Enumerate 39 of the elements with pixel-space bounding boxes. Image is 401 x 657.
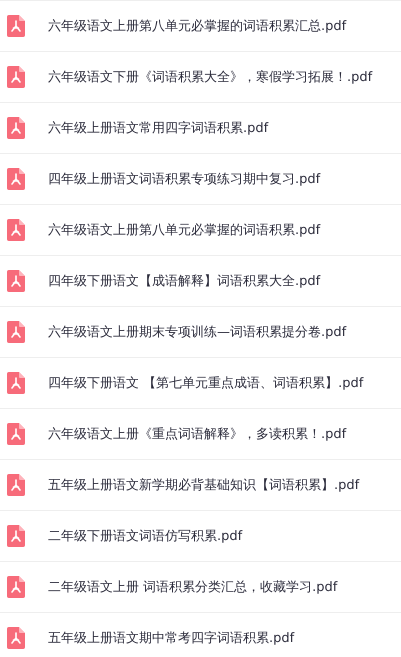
pdf-file-icon <box>7 117 25 139</box>
file-name: 二年级下册语文词语仿写积累.pdf <box>48 528 242 545</box>
file-name: 四年级下册语文【成语解释】词语积累大全.pdf <box>48 273 320 290</box>
pdf-file-icon <box>7 168 25 190</box>
file-name: 二年级语文上册 词语积累分类汇总，收藏学习.pdf <box>48 579 338 596</box>
file-name: 六年级语文下册《词语积累大全》，寒假学习拓展！.pdf <box>48 69 372 86</box>
file-row[interactable]: 四年级下册语文【成语解释】词语积累大全.pdf <box>0 256 401 307</box>
file-name: 四年级上册语文词语积累专项练习期中复习.pdf <box>48 171 320 188</box>
pdf-file-icon <box>7 423 25 445</box>
file-row[interactable]: 四年级上册语文词语积累专项练习期中复习.pdf <box>0 154 401 205</box>
pdf-file-icon <box>7 66 25 88</box>
pdf-file-icon <box>7 576 25 598</box>
file-row[interactable]: 六年级语文上册第八单元必掌握的词语积累.pdf <box>0 205 401 256</box>
file-row[interactable]: 六年级上册语文常用四字词语积累.pdf <box>0 103 401 154</box>
pdf-file-icon <box>7 474 25 496</box>
file-name: 六年级语文上册《重点词语解释》，多读积累！.pdf <box>48 426 346 443</box>
pdf-file-icon <box>7 525 25 547</box>
file-row[interactable]: 四年级下册语文 【第七单元重点成语、词语积累】.pdf <box>0 358 401 409</box>
pdf-file-icon <box>7 15 25 37</box>
file-name: 六年级上册语文常用四字词语积累.pdf <box>48 120 268 137</box>
file-name: 四年级下册语文 【第七单元重点成语、词语积累】.pdf <box>48 375 364 392</box>
file-row[interactable]: 六年级语文上册第八单元必掌握的词语积累汇总.pdf <box>0 1 401 52</box>
file-row[interactable]: 五年级上册语文期中常考四字词语积累.pdf <box>0 613 401 657</box>
file-row[interactable]: 二年级下册语文词语仿写积累.pdf <box>0 511 401 562</box>
file-name: 五年级上册语文新学期必背基础知识【词语积累】.pdf <box>48 477 360 494</box>
file-row[interactable]: 六年级语文上册《重点词语解释》，多读积累！.pdf <box>0 409 401 460</box>
file-row[interactable]: 六年级语文上册期末专项训练—词语积累提分卷.pdf <box>0 307 401 358</box>
file-row[interactable]: 五年级上册语文新学期必背基础知识【词语积累】.pdf <box>0 460 401 511</box>
file-row[interactable]: 六年级语文下册《词语积累大全》，寒假学习拓展！.pdf <box>0 52 401 103</box>
pdf-file-icon <box>7 372 25 394</box>
file-name: 五年级上册语文期中常考四字词语积累.pdf <box>48 630 294 647</box>
file-row[interactable]: 二年级语文上册 词语积累分类汇总，收藏学习.pdf <box>0 562 401 613</box>
pdf-file-icon <box>7 219 25 241</box>
file-name: 六年级语文上册期末专项训练—词语积累提分卷.pdf <box>48 324 346 341</box>
file-name: 六年级语文上册第八单元必掌握的词语积累汇总.pdf <box>48 18 346 35</box>
pdf-file-icon <box>7 627 25 649</box>
pdf-file-icon <box>7 270 25 292</box>
file-name: 六年级语文上册第八单元必掌握的词语积累.pdf <box>48 222 320 239</box>
pdf-file-icon <box>7 321 25 343</box>
